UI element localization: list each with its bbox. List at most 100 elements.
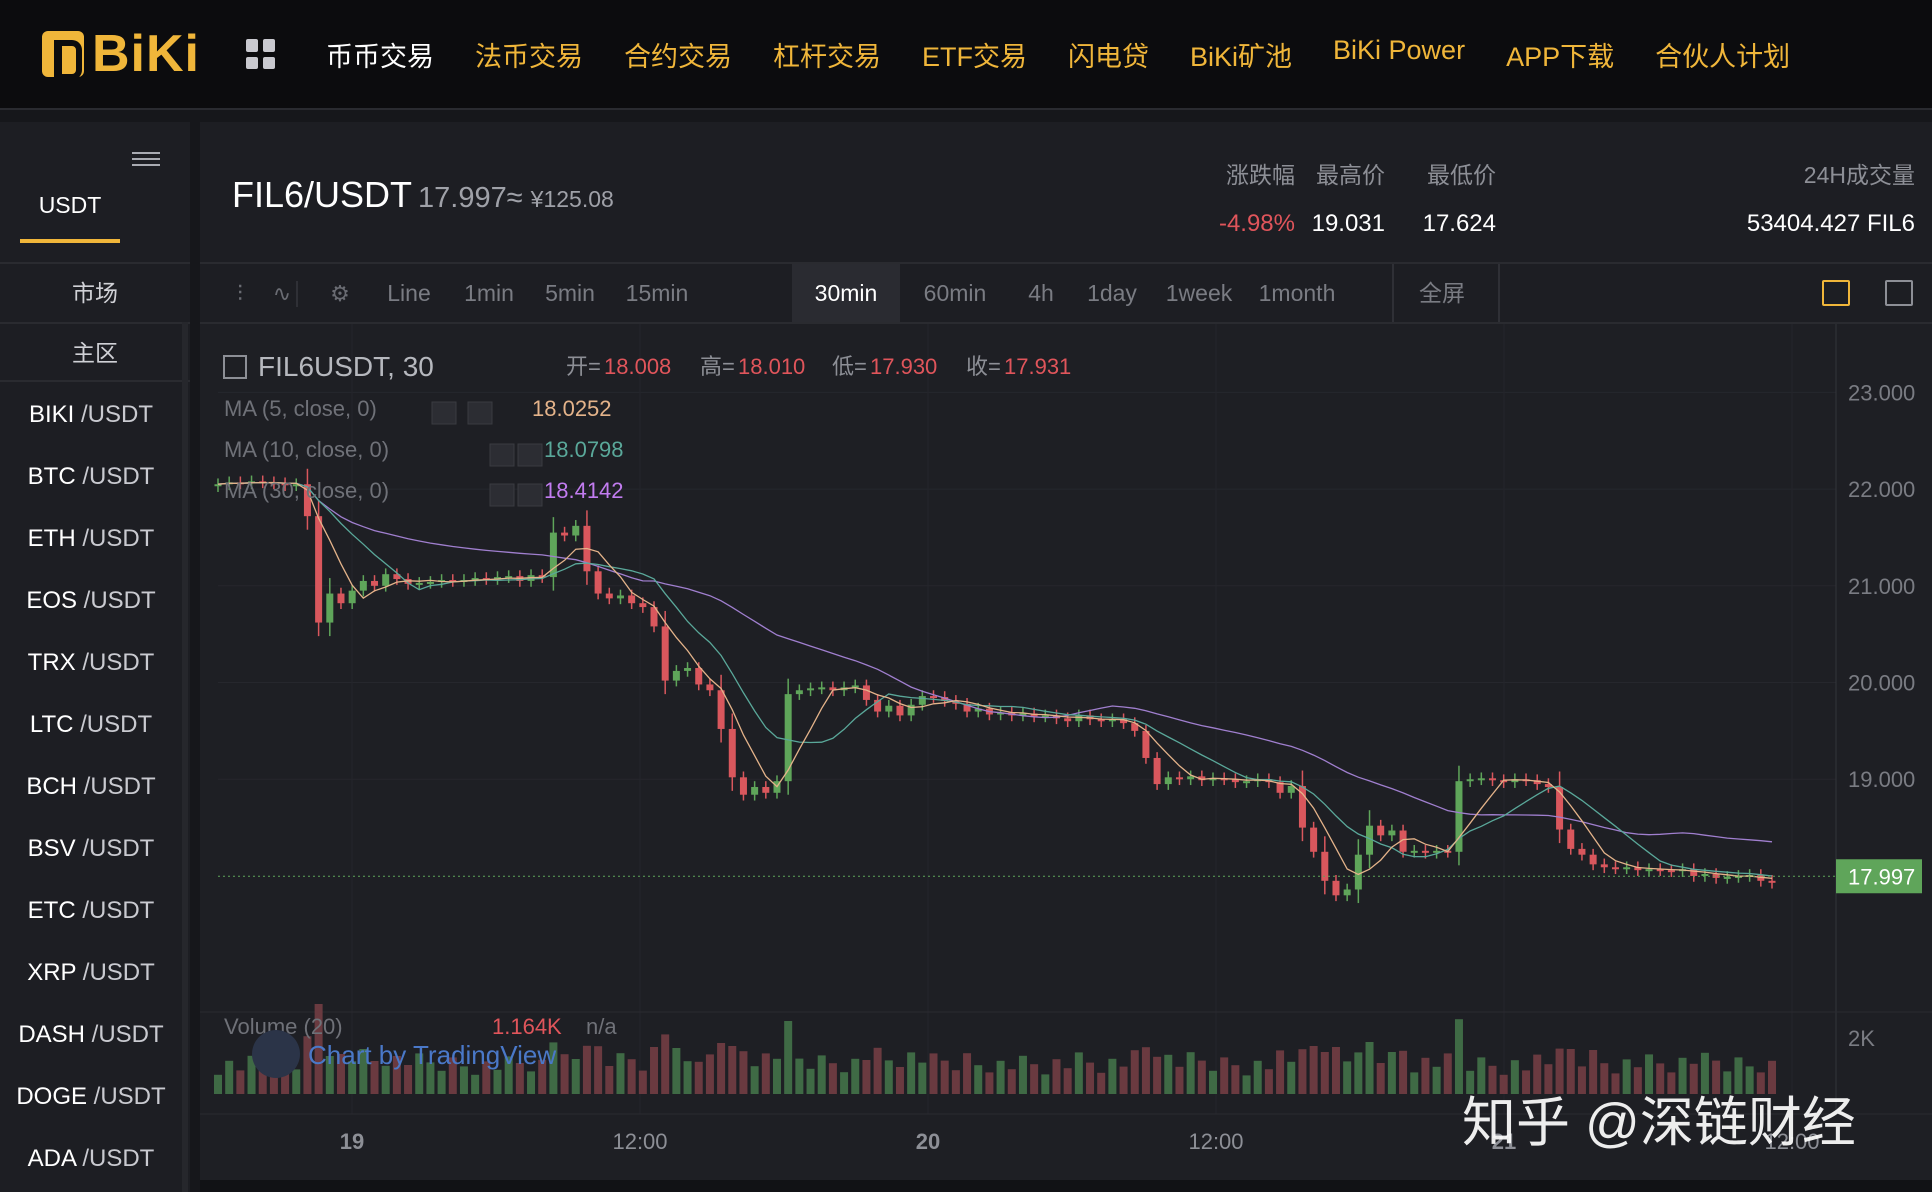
sidebar-pair-btc[interactable]: BTC /USDT	[0, 446, 182, 508]
sidebar-pair-etc[interactable]: ETC /USDT	[0, 880, 182, 942]
volume-bar	[1052, 1059, 1061, 1094]
legend-open-label: 开=	[566, 354, 601, 379]
candle	[762, 786, 770, 793]
high-stat: 最高价 19.031	[1285, 156, 1385, 238]
depth-chart-icon[interactable]	[1885, 280, 1913, 306]
nav-item-contract[interactable]: 合约交易	[624, 35, 732, 74]
list-menu-icon[interactable]	[132, 152, 160, 170]
volume-bar	[951, 1070, 960, 1094]
last-price: 17.997≈	[418, 182, 523, 214]
volume-bar	[1410, 1072, 1419, 1094]
candlestick-view-icon[interactable]	[1822, 280, 1850, 306]
volume-bar	[840, 1072, 849, 1094]
sidebar-pair-eth[interactable]: ETH /USDT	[0, 508, 182, 570]
nav-item-etf[interactable]: ETF交易	[922, 35, 1027, 74]
interval-4h[interactable]: 4h	[1010, 264, 1072, 322]
biki-logo-icon	[42, 31, 84, 80]
apps-grid-icon[interactable]	[246, 39, 276, 69]
volume-bar	[1220, 1057, 1229, 1094]
volume-bar	[985, 1072, 994, 1094]
interval-line[interactable]: Line	[368, 264, 450, 322]
volume-legend-value: 1.164K	[492, 1014, 562, 1039]
pair-name: FIL6/USDT	[232, 174, 413, 215]
sidebar-pair-ltc[interactable]: LTC /USDT	[0, 694, 182, 756]
legend-eye-icon[interactable]	[489, 443, 515, 467]
cny-price: ¥125.08	[530, 186, 614, 212]
volume-bar	[292, 1069, 301, 1094]
main-zone-tab[interactable]: 主区	[0, 322, 190, 382]
candle	[315, 516, 323, 623]
low-label: 最低价	[1427, 162, 1496, 188]
volume-bar	[851, 1058, 860, 1094]
volume-bar	[1432, 1066, 1441, 1094]
time-tick-label: 20	[916, 1129, 940, 1154]
interval-60min[interactable]: 60min	[900, 264, 1010, 322]
price-tick-label: 19.000	[1848, 767, 1915, 792]
volume-bar	[1097, 1072, 1106, 1094]
nav-item-margin[interactable]: 杠杆交易	[773, 35, 881, 74]
volume-bar	[884, 1060, 893, 1094]
volume-bar	[1141, 1047, 1150, 1094]
sidebar-scrollbar[interactable]	[182, 322, 188, 1192]
pair-base: TRX	[27, 649, 76, 676]
price-chart[interactable]: 23.000 22.000 21.000 20.000 19.000 17.997 19 12…	[200, 324, 1932, 1182]
candle-type-icon[interactable]: ⫶	[228, 282, 252, 306]
legend-open-value: 18.008	[604, 354, 671, 379]
pair-header: FIL6/USDT 17.997≈ ¥125.08 涨跌幅 -4.98% 最高价 1…	[200, 122, 1932, 262]
nav-item-power[interactable]: BiKi Power	[1333, 35, 1465, 74]
volume-bar	[493, 1069, 502, 1094]
volume-bar	[1298, 1049, 1307, 1094]
biki-logo[interactable]: BiKi	[42, 24, 200, 84]
fullscreen-button[interactable]: 全屏	[1394, 264, 1490, 322]
sidebar-pair-dash[interactable]: DASH /USDT	[0, 1004, 182, 1066]
legend-eye-icon[interactable]	[489, 483, 515, 507]
price-tick-label: 21.000	[1848, 574, 1915, 599]
nav-item-otc[interactable]: 法币交易	[475, 35, 583, 74]
ma5-legend-value: 18.0252	[532, 396, 612, 421]
volume-bar	[381, 1065, 390, 1094]
indicator-icon[interactable]: ∿	[270, 282, 294, 306]
ma30-line	[217, 482, 1773, 843]
nav-item-app-download[interactable]: APP下载	[1506, 35, 1614, 74]
interval-1month[interactable]: 1month	[1246, 264, 1348, 322]
candle	[359, 580, 367, 591]
tradingview-logo-icon[interactable]	[252, 1030, 300, 1078]
candle	[628, 595, 636, 604]
sidebar-pair-biki[interactable]: BIKI /USDT	[0, 384, 182, 446]
high-value: 19.031	[1311, 210, 1385, 237]
sidebar-pair-bsv[interactable]: BSV /USDT	[0, 818, 182, 880]
collapse-legend-icon[interactable]	[223, 355, 247, 379]
legend-settings-icon[interactable]	[517, 443, 543, 467]
legend-settings-icon[interactable]	[517, 483, 543, 507]
interval-5min[interactable]: 5min	[528, 264, 612, 322]
interval-1day[interactable]: 1day	[1072, 264, 1152, 322]
settings-gear-icon[interactable]: ⚙	[328, 282, 352, 306]
interval-1week[interactable]: 1week	[1152, 264, 1246, 322]
pair-base: BIKI	[28, 401, 75, 428]
sidebar-pair-doge[interactable]: DOGE /USDT	[0, 1066, 182, 1128]
toolbar-divider	[1498, 264, 1500, 322]
tab-usdt[interactable]: USDT	[20, 192, 120, 243]
volume-bar	[1007, 1069, 1016, 1094]
candle	[672, 670, 680, 681]
interval-30min[interactable]: 30min	[792, 264, 900, 322]
candle	[1354, 854, 1362, 890]
legend-eye-icon[interactable]	[431, 401, 457, 425]
candle	[818, 687, 826, 690]
sidebar-pair-xrp[interactable]: XRP /USDT	[0, 942, 182, 1004]
legend-settings-icon[interactable]	[467, 401, 493, 425]
nav-item-pool[interactable]: BiKi矿池	[1190, 35, 1292, 74]
nav-item-spot[interactable]: 币币交易	[326, 35, 434, 74]
interval-15min[interactable]: 15min	[612, 264, 702, 322]
sidebar-pair-eos[interactable]: EOS /USDT	[0, 570, 182, 632]
nav-item-partner[interactable]: 合伙人计划	[1655, 35, 1790, 74]
interval-1min[interactable]: 1min	[450, 264, 528, 322]
sidebar-pair-trx[interactable]: TRX /USDT	[0, 632, 182, 694]
sidebar-pair-ada[interactable]: ADA /USDT	[0, 1128, 182, 1190]
low-value: 17.624	[1422, 210, 1496, 237]
chart-canvas[interactable]: 23.000 22.000 21.000 20.000 19.000 17.997 19 12…	[200, 324, 1932, 1182]
candle	[1556, 786, 1564, 830]
sidebar-pair-bch[interactable]: BCH /USDT	[0, 756, 182, 818]
volume-bar	[974, 1065, 983, 1094]
nav-item-flash-loan[interactable]: 闪电贷	[1068, 35, 1149, 74]
